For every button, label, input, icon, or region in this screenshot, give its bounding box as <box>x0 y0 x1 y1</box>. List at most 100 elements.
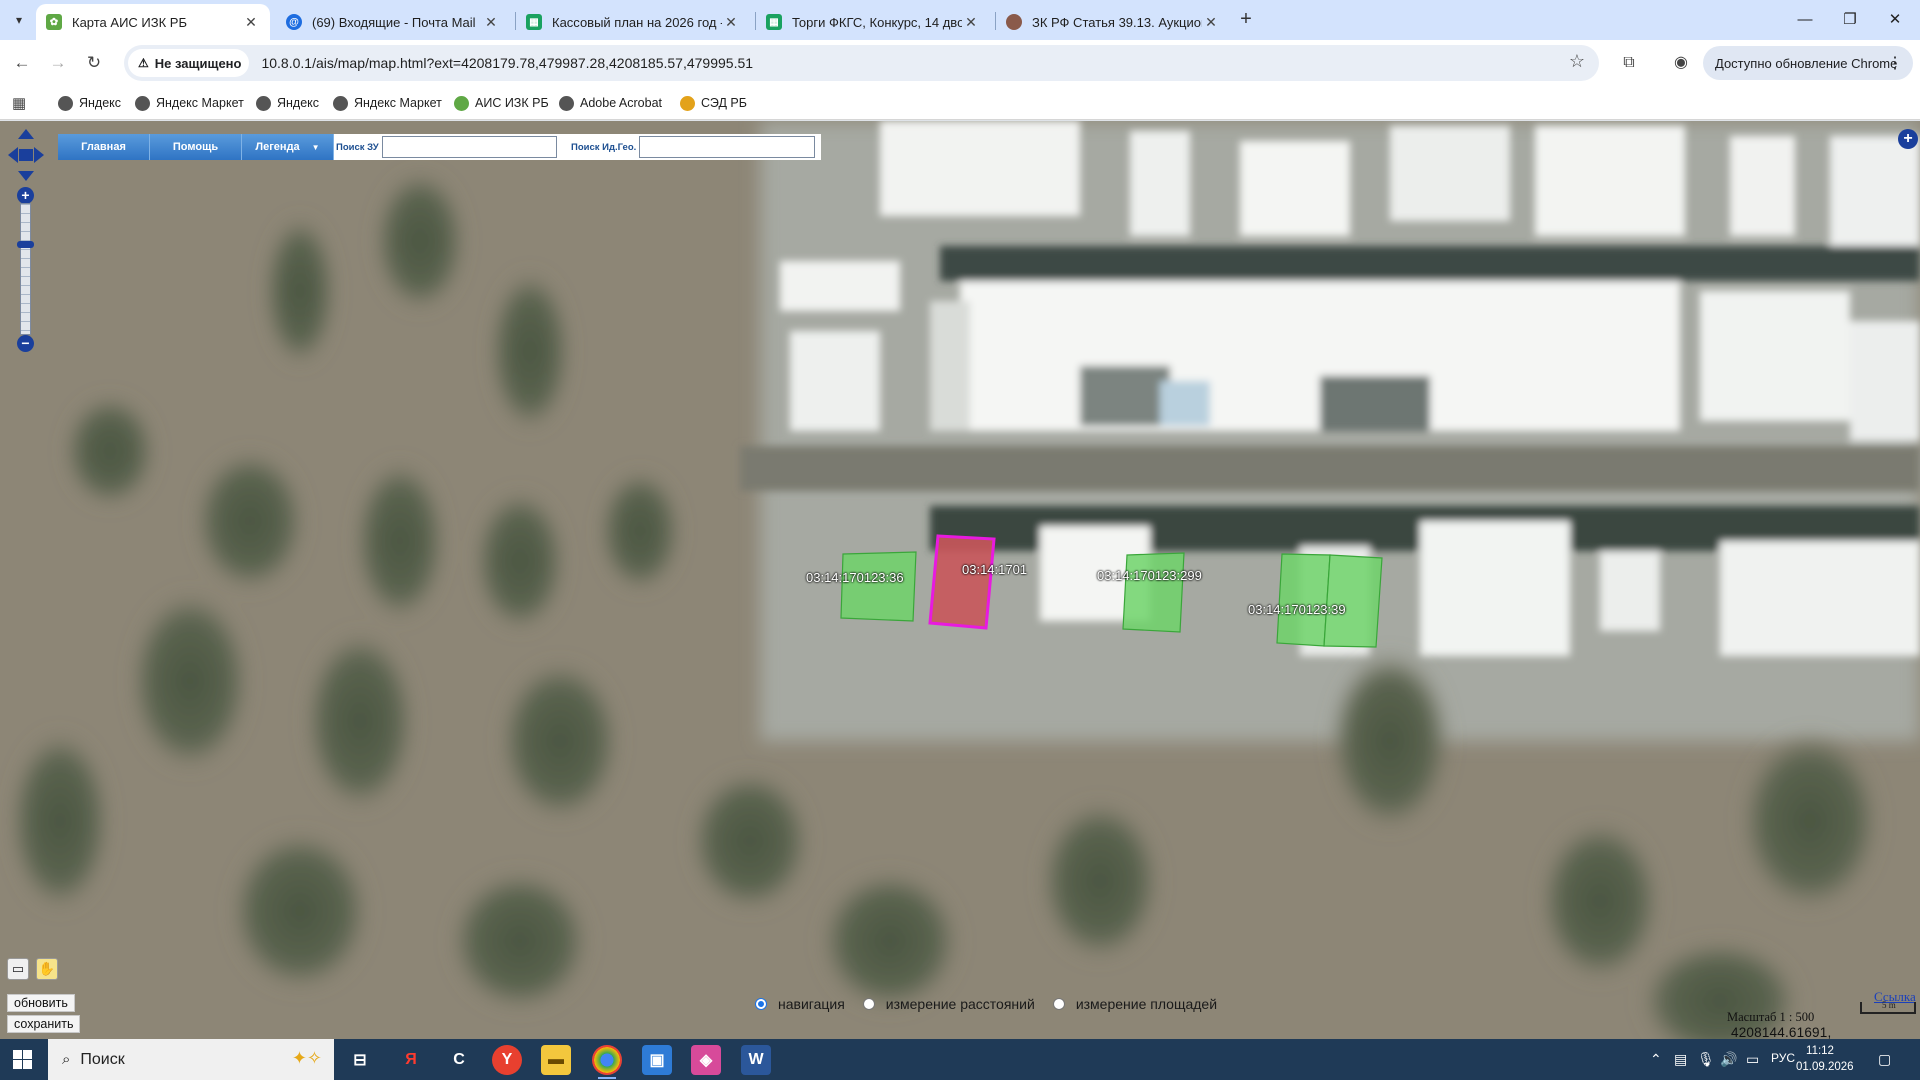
mode-area[interactable]: измерение площадей <box>1052 996 1217 1012</box>
map-viewport[interactable]: 03:14:170123:36 03:14:1701 03:14:170123:… <box>0 121 1920 1039</box>
yandex-icon[interactable]: Я <box>396 1045 426 1075</box>
green-leaf-icon: ✿ <box>46 14 62 30</box>
app-icon[interactable]: ◈ <box>691 1045 721 1075</box>
close-tab-icon[interactable]: ✕ <box>482 14 500 31</box>
globe-icon <box>58 95 73 111</box>
radio-navigation[interactable] <box>755 998 767 1010</box>
word-icon[interactable]: W <box>741 1045 771 1075</box>
new-tab-button[interactable]: + <box>1234 8 1258 32</box>
close-tab-icon[interactable]: ✕ <box>1202 14 1220 31</box>
bookmark-acrobat[interactable]: Adobe Acrobat <box>559 94 662 112</box>
parcel-36[interactable] <box>840 551 917 622</box>
green-leaf-icon <box>454 95 469 111</box>
restore-icon[interactable]: ❐ <box>1828 6 1872 34</box>
menu-dots-icon[interactable]: ⋮ <box>1887 53 1903 73</box>
file-explorer-icon[interactable]: ▬ <box>541 1045 571 1075</box>
yandex-browser-icon[interactable]: Y <box>492 1045 522 1075</box>
microphone-icon[interactable]: 🎙 <box>1697 1051 1715 1068</box>
pan-up-icon[interactable] <box>18 129 34 139</box>
task-view-icon[interactable]: ⊟ <box>345 1045 375 1075</box>
search-zu: Поиск ЗУ <box>334 134 557 160</box>
parcel-39-west[interactable] <box>1276 553 1331 647</box>
scale-text: Масштаб 1 : 500 <box>1727 1010 1815 1024</box>
ccleaner-icon[interactable]: C <box>444 1045 474 1075</box>
zoom-slider-handle[interactable] <box>17 241 34 248</box>
zoom-track[interactable] <box>20 203 31 335</box>
mode-navigation[interactable]: навигация <box>755 996 845 1012</box>
radio-distance[interactable] <box>862 998 875 1010</box>
globe-icon <box>256 95 271 111</box>
security-chip[interactable]: ⚠ Не защищено <box>128 49 250 77</box>
parcel-label-36: 03:14:170123:36 <box>806 570 904 585</box>
zoom-box-icon[interactable]: ▭ <box>7 958 29 980</box>
parcel-39-east[interactable] <box>1323 554 1383 648</box>
parcel-label-39: 03:14:170123:39 <box>1248 602 1346 617</box>
parcel-selected[interactable] <box>928 534 996 630</box>
menu-help-button[interactable]: Помощь <box>150 134 242 160</box>
bookmark-yandex-market-2[interactable]: Яндекс Маркет <box>333 94 442 112</box>
language-indicator[interactable]: РУС <box>1771 1051 1795 1065</box>
radio-area[interactable] <box>1052 998 1065 1010</box>
dropdown-arrow-icon: ▼ <box>311 142 320 152</box>
chrome-update-button[interactable]: Доступно обновление Chrome ⋮ <box>1703 46 1913 80</box>
url-text[interactable]: 10.8.0.1/ais/map/map.html?ext=4208179.78… <box>261 55 753 71</box>
pan-control[interactable] <box>8 129 44 181</box>
close-tab-icon[interactable]: ✕ <box>242 14 260 31</box>
parcel-299[interactable] <box>1122 552 1185 633</box>
satellite-imagery[interactable] <box>0 121 1920 1039</box>
globe-icon <box>333 95 348 111</box>
taskbar-search[interactable]: ⌕ Поиск ✦✧ <box>48 1039 334 1080</box>
bookmark-yandex-market[interactable]: Яндекс Маркет <box>135 94 244 112</box>
tab-mail[interactable]: @ (69) Входящие - Почта Mail ✕ <box>276 4 510 40</box>
apps-grid-icon[interactable]: ▦ <box>12 94 26 112</box>
mode-distance[interactable]: измерение расстояний <box>862 996 1035 1012</box>
clock[interactable]: 11:12 01.09.2026 <box>1796 1043 1854 1075</box>
remote-desktop-icon[interactable]: ▣ <box>642 1045 672 1075</box>
search-geo: Поиск Ид.Гео. <box>557 134 821 160</box>
volume-icon[interactable]: 🔊 <box>1720 1051 1737 1068</box>
address-bar[interactable]: ⚠ Не защищено 10.8.0.1/ais/map/map.html?… <box>124 45 1599 81</box>
zoom-out-icon[interactable]: − <box>17 335 34 352</box>
tab-cash-plan[interactable]: ▦ Кассовый план на 2026 год - ( ✕ <box>516 4 750 40</box>
tab-search-button[interactable]: ▾ <box>6 8 32 32</box>
tray-chevron-icon[interactable]: ⌃ <box>1650 1051 1662 1068</box>
notifications-icon[interactable]: ▢ <box>1878 1051 1891 1068</box>
tab-land-code[interactable]: ЗК РФ Статья 39.13. Аукцион п ✕ <box>996 4 1230 40</box>
minimize-icon[interactable]: — <box>1783 6 1827 34</box>
pan-down-icon[interactable] <box>18 171 34 181</box>
close-tab-icon[interactable]: ✕ <box>722 14 740 31</box>
layer-switcher-icon[interactable]: + <box>1898 129 1918 149</box>
search-zu-input[interactable] <box>381 136 557 158</box>
zoom-in-icon[interactable]: + <box>17 187 34 204</box>
refresh-button[interactable]: обновить <box>7 994 75 1012</box>
back-icon[interactable]: ← <box>8 50 36 76</box>
pan-right-icon[interactable] <box>34 147 44 163</box>
reload-icon[interactable]: ↻ <box>80 50 108 76</box>
hand-pan-icon[interactable]: ✋ <box>36 958 58 980</box>
sheets-icon: ▦ <box>766 14 782 30</box>
search-geo-input[interactable] <box>639 136 816 158</box>
bookmark-yandex[interactable]: Яндекс <box>58 94 121 112</box>
close-tab-icon[interactable]: ✕ <box>962 14 980 31</box>
profile-icon[interactable]: ◉ <box>1668 51 1694 75</box>
scale-bar: 5 m <box>1860 1000 1916 1014</box>
tab-auctions[interactable]: ▦ Торги ФКГС, Конкурс, 14 двор ✕ <box>756 4 990 40</box>
forward-icon[interactable]: → <box>44 50 72 76</box>
parcel-label-selected: 03:14:1701 <box>962 562 1028 577</box>
bookmark-yandex-2[interactable]: Яндекс <box>256 94 319 112</box>
bookmark-ais[interactable]: АИС ИЗК РБ <box>454 94 549 112</box>
tray-app-icon[interactable]: ▤ <box>1674 1051 1687 1068</box>
bookmark-sed[interactable]: СЭД РБ <box>680 94 747 112</box>
globe-icon <box>559 95 574 111</box>
chrome-icon[interactable] <box>592 1045 622 1079</box>
menu-legend-button[interactable]: Легенда ▼ <box>242 134 334 160</box>
windows-start-icon[interactable] <box>13 1050 32 1069</box>
bookmark-star-icon[interactable]: ☆ <box>1569 51 1585 72</box>
close-window-icon[interactable]: ✕ <box>1873 6 1917 34</box>
tab-ais-map[interactable]: ✿ Карта АИС ИЗК РБ ✕ <box>36 4 270 40</box>
menu-home-button[interactable]: Главная <box>58 134 150 160</box>
save-button[interactable]: сохранить <box>7 1015 81 1033</box>
extensions-icon[interactable]: ⧉ <box>1616 51 1642 75</box>
network-icon[interactable]: ▭ <box>1746 1051 1759 1068</box>
pan-left-icon[interactable] <box>8 147 18 163</box>
